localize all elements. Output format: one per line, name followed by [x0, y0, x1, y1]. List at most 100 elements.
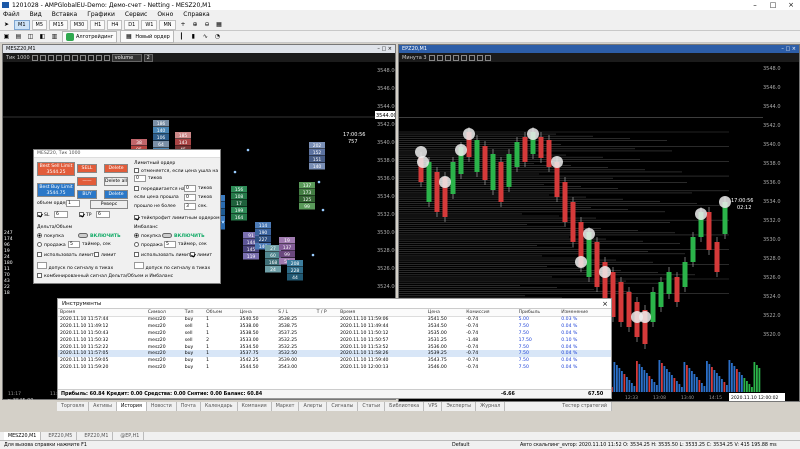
terminal-tab-1[interactable]: Активы	[89, 402, 117, 411]
order-volume-input[interactable]: 1	[66, 200, 80, 207]
column-header[interactable]: Комиссия	[464, 309, 510, 317]
table-row[interactable]: 2020.11.10 11:59:20 mesz20 buy 1 3544.50 3543…	[58, 364, 611, 371]
tp-checkbox[interactable]	[79, 212, 84, 217]
delta-enable-toggle[interactable]	[78, 233, 88, 238]
ctrl-btn[interactable]	[47, 54, 54, 61]
tp-limit-checkbox[interactable]	[134, 215, 139, 220]
table-row[interactable]: 2020.11.10 11:52:22 mesz20 buy 1 3534.50 3532…	[58, 344, 611, 351]
chart-tab-1[interactable]: EPZ20,M5	[44, 432, 78, 440]
imb-buy-radio[interactable]	[134, 233, 139, 238]
terminal-tab-2[interactable]: История	[116, 402, 147, 411]
ctrl-btn[interactable]	[63, 54, 70, 61]
algo-trading-button[interactable]: Алготрейдинг	[62, 30, 118, 43]
grid-icon[interactable]: ▦	[215, 20, 224, 29]
imb-limit-checkbox[interactable]	[190, 252, 195, 257]
cursor-icon[interactable]: ➤	[2, 20, 11, 29]
ctrl-btn[interactable]	[95, 54, 102, 61]
column-header[interactable]: Время	[58, 309, 146, 317]
terminal-tab-3[interactable]: Новости	[147, 402, 177, 411]
timeframe-m15[interactable]: M15	[49, 19, 68, 30]
clock-icon[interactable]: ◔	[213, 32, 222, 41]
timeframe-h4[interactable]: H4	[107, 19, 123, 30]
imb-sell-radio[interactable]	[134, 242, 139, 247]
ctrl-btn[interactable]	[103, 54, 110, 61]
tp-input[interactable]: 6	[96, 211, 110, 218]
sell-limit-small[interactable]: ——	[77, 177, 97, 186]
timeframe-m5[interactable]: M5	[31, 19, 47, 30]
table-row[interactable]: 2020.11.10 11:50:43 mesz20 sell 1 3538.50 353…	[58, 330, 611, 337]
ctrl-btn[interactable]	[452, 54, 459, 61]
ctrl-btn[interactable]	[39, 54, 46, 61]
table-row[interactable]: 2020.11.10 11:57:44 mesz20 buy 1 3540.50 3538…	[58, 316, 611, 323]
terminal-tab-0[interactable]: Торговля	[57, 402, 90, 411]
column-header[interactable]: Цена	[425, 309, 465, 317]
delete-all-button[interactable]: Delete all	[104, 177, 128, 186]
menu-1[interactable]: Вид	[30, 11, 42, 18]
reverse-button[interactable]: Реверс	[90, 200, 128, 209]
ctrl-btn[interactable]	[468, 54, 475, 61]
ctrl-btn[interactable]	[484, 54, 491, 61]
timeframe-mn[interactable]: MN	[159, 19, 176, 30]
best-buy-limit-button[interactable]: Best Buy Limit 3544.75	[37, 183, 75, 197]
ctrl-btn[interactable]	[436, 54, 443, 61]
combined-checkbox[interactable]	[37, 273, 42, 278]
terminal-tab-14[interactable]: Журнал	[476, 402, 506, 411]
chart-line-icon[interactable]: ∿	[201, 32, 210, 41]
minimize-button[interactable]: –	[746, 0, 764, 10]
imb-enable-toggle[interactable]	[162, 233, 172, 238]
delete-buy-button[interactable]: Delete	[104, 190, 128, 199]
timeframe-m1[interactable]: M1	[14, 19, 30, 30]
column-header[interactable]: Прибыль	[516, 309, 560, 317]
chart-tab-2[interactable]: EPZ20,M1	[80, 432, 114, 440]
delta-buy-radio[interactable]	[37, 233, 42, 238]
menu-5[interactable]: Окно	[157, 11, 173, 18]
sl-input[interactable]: 6	[54, 211, 68, 218]
column-header[interactable]: Цена	[237, 309, 277, 317]
crosshair-icon[interactable]: +	[179, 20, 188, 29]
column-header[interactable]: T / P	[314, 309, 339, 317]
column-header[interactable]: Время	[338, 309, 426, 317]
window-controls[interactable]: – □ ×	[781, 46, 796, 52]
new-chart-icon[interactable]: ▣	[2, 32, 11, 41]
window-controls[interactable]: – □ ×	[377, 46, 392, 52]
ctrl-btn[interactable]	[460, 54, 467, 61]
move-checkbox[interactable]	[134, 186, 139, 191]
ctrl-btn[interactable]	[87, 54, 94, 61]
column-header[interactable]: Изменение	[559, 309, 611, 317]
maximize-button[interactable]: □	[764, 0, 782, 10]
close-button[interactable]: ×	[782, 0, 800, 10]
timeframe-d1[interactable]: D1	[124, 19, 140, 30]
menu-6[interactable]: Справка	[183, 11, 209, 18]
ctrl-btn[interactable]	[71, 54, 78, 61]
column-header[interactable]: S / L	[276, 309, 315, 317]
timeframe-h1[interactable]: H1	[90, 19, 106, 30]
terminal-tab-4[interactable]: Почта	[177, 402, 201, 411]
column-header[interactable]	[509, 309, 517, 317]
chart-tab-3[interactable]: @EP,H1	[116, 432, 145, 440]
column-header[interactable]: Символ	[145, 309, 183, 317]
terminal-tab-11[interactable]: Библиотека	[385, 402, 425, 411]
terminal-tab-7[interactable]: Маркет	[272, 402, 300, 411]
menu-0[interactable]: Файл	[3, 11, 20, 18]
tester-tab[interactable]: Тестер стратегий	[558, 402, 612, 411]
menu-4[interactable]: Сервис	[125, 11, 147, 18]
delta-limit-checkbox[interactable]	[94, 252, 99, 257]
column-header[interactable]: Объем	[204, 309, 238, 317]
menu-2[interactable]: Вставка	[52, 11, 77, 18]
table-row[interactable]: 2020.11.10 11:59:05 mesz20 buy 1 3542.25 3539…	[58, 357, 611, 364]
sell-button[interactable]: SELL	[77, 164, 97, 173]
terminal-tab-5[interactable]: Календарь	[201, 402, 238, 411]
delta-use-limit-checkbox[interactable]	[37, 252, 42, 257]
terminal-icon[interactable]: ▥	[50, 32, 59, 41]
ctrl-btn[interactable]	[428, 54, 435, 61]
navigator-icon[interactable]: ◧	[38, 32, 47, 41]
table-row[interactable]: 2020.11.10 11:49:12 mesz20 sell 1 3538.00 353…	[58, 323, 611, 330]
volume-number[interactable]: 2	[143, 53, 153, 62]
table-row[interactable]: 2020.11.10 11:57:05 mesz20 buy 1 3537.75 3532…	[58, 350, 611, 358]
table-row[interactable]: 2020.11.10 11:50:32 mesz20 sell 2 3533.00 353…	[58, 337, 611, 344]
chart-bar-icon[interactable]: ┃	[177, 32, 186, 41]
profiles-icon[interactable]: ▤	[14, 32, 23, 41]
menu-3[interactable]: Графики	[87, 11, 115, 18]
delta-sell-radio[interactable]	[37, 242, 42, 247]
terminal-tab-10[interactable]: Статьи	[358, 402, 386, 411]
